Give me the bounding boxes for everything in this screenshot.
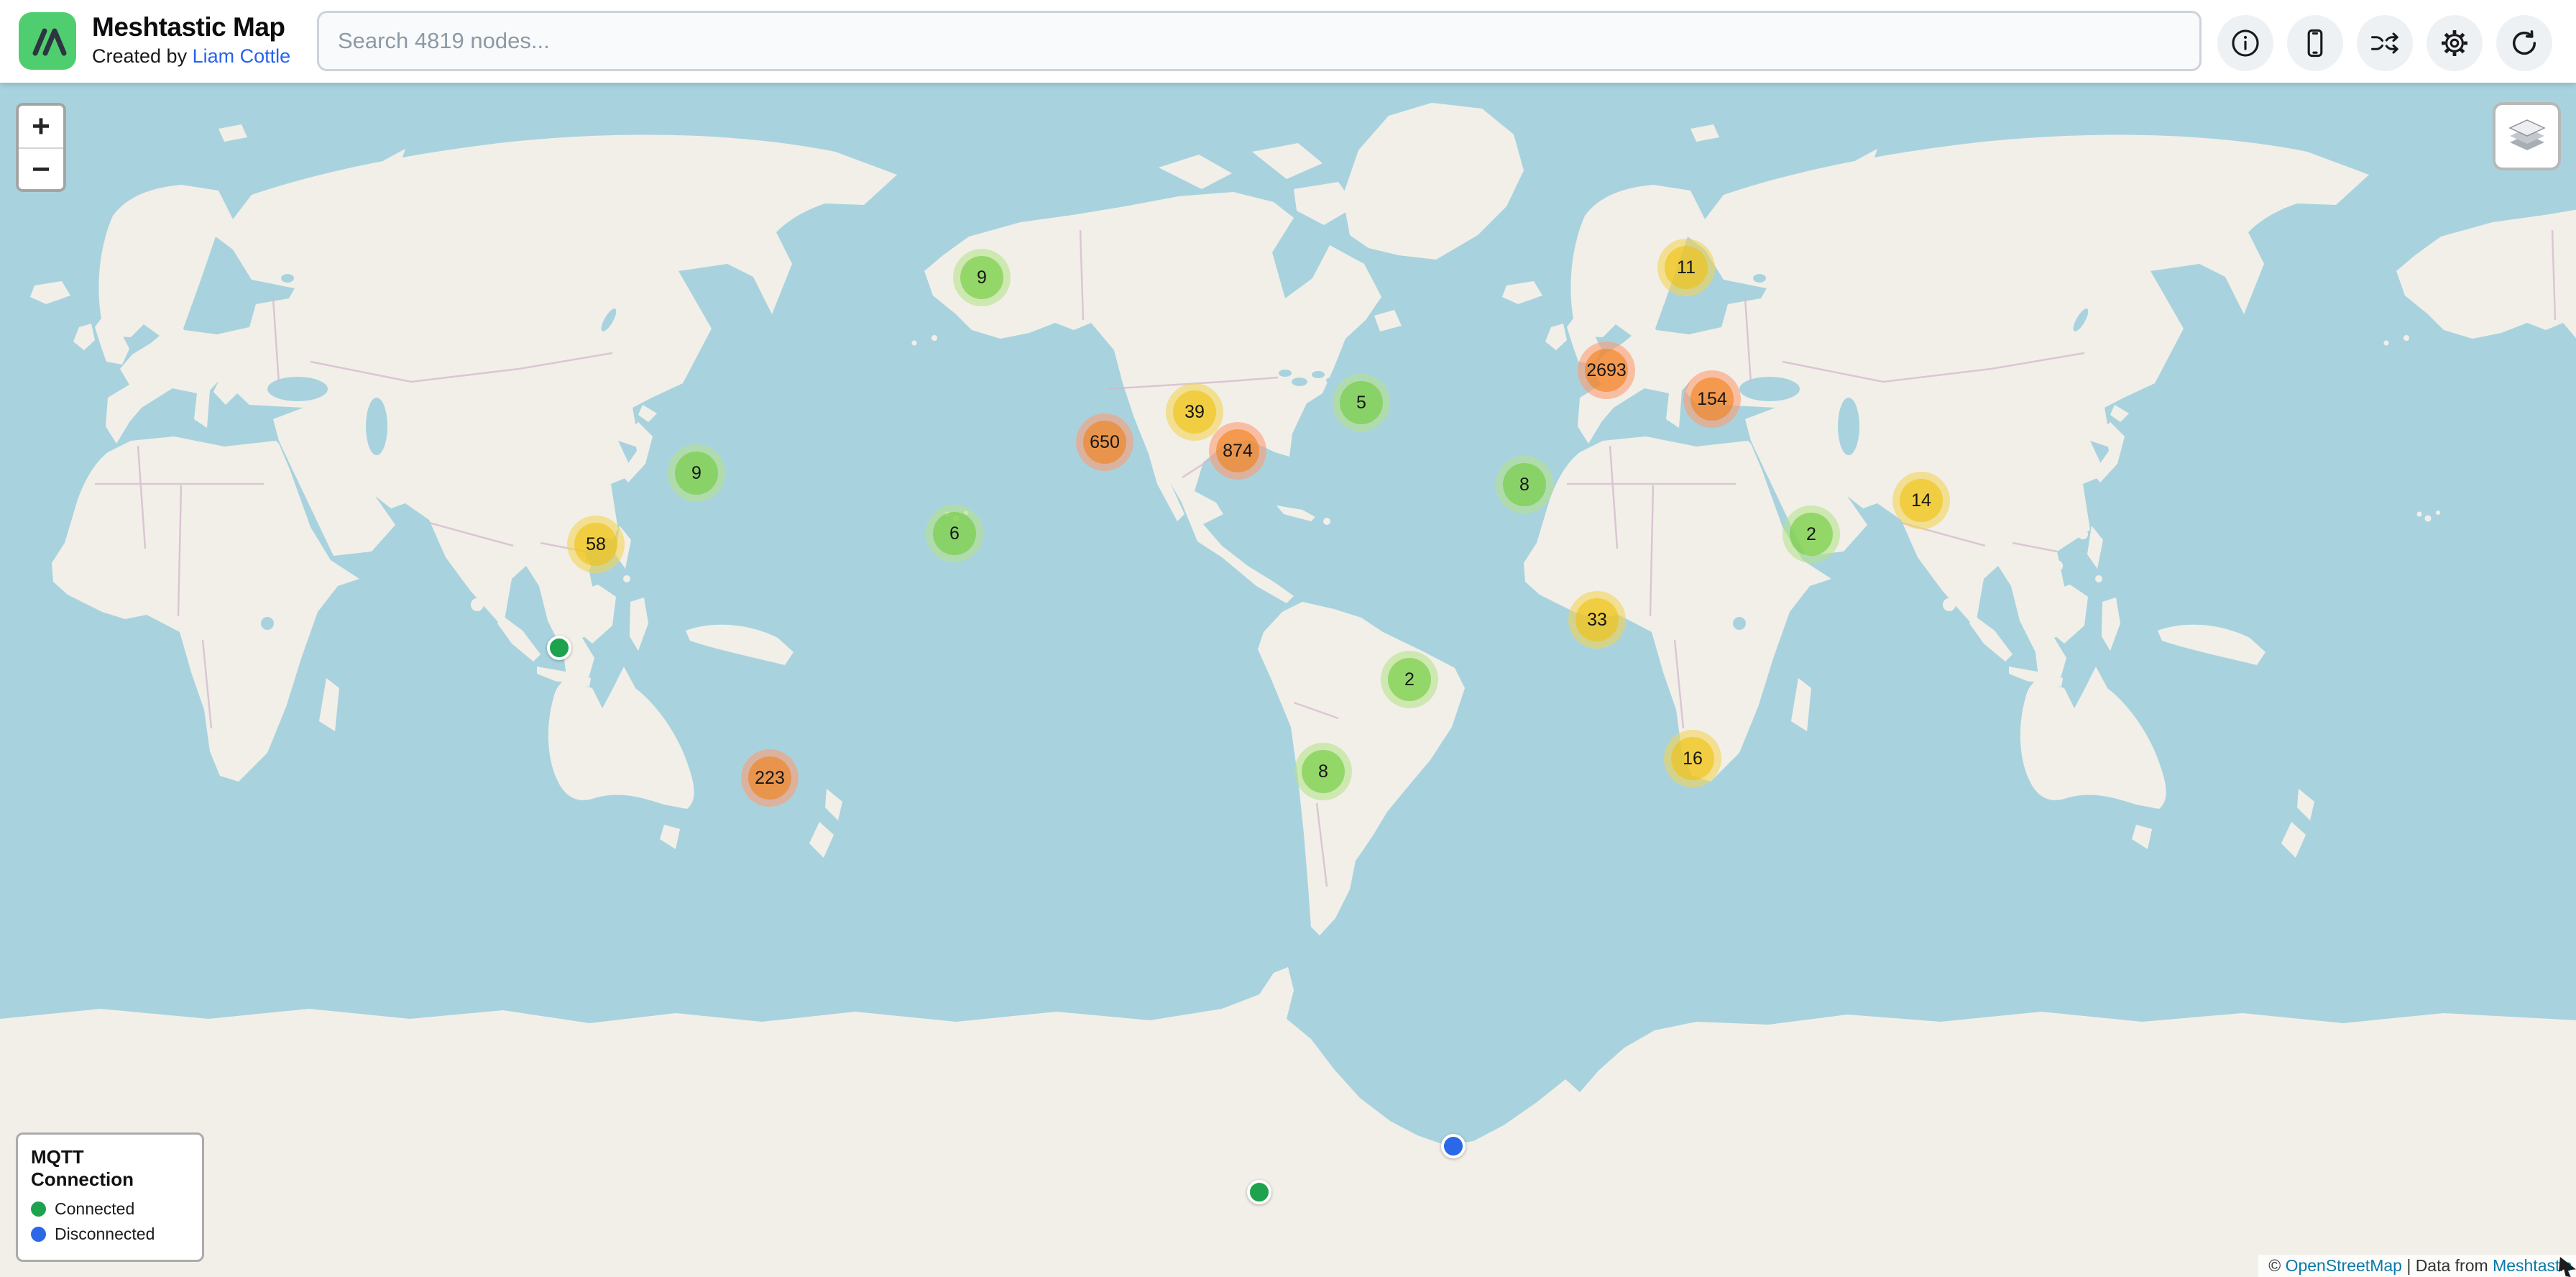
attribution-prefix: © — [2268, 1256, 2285, 1275]
refresh-icon — [2508, 27, 2540, 59]
legend-item-disconnected: Disconnected — [31, 1225, 189, 1244]
cluster-count: 223 — [748, 756, 791, 800]
node-marker-connected[interactable] — [1247, 1180, 1271, 1204]
cluster-marker[interactable]: 2 — [1381, 651, 1438, 708]
cluster-count: 2 — [1790, 513, 1833, 556]
attribution-middle: | Data from — [2402, 1256, 2493, 1275]
zoom-out-button[interactable]: − — [19, 147, 63, 189]
cluster-count: 11 — [1665, 246, 1708, 289]
cluster-marker[interactable]: 33 — [1568, 591, 1626, 649]
cluster-marker[interactable]: 58 — [567, 516, 625, 573]
byline: Created by Liam Cottle — [92, 43, 290, 69]
cluster-marker[interactable]: 874 — [1209, 422, 1266, 480]
disconnected-dot-icon — [31, 1227, 46, 1242]
legend-item-label: Connected — [55, 1199, 134, 1219]
info-button[interactable] — [2217, 15, 2273, 71]
cluster-marker[interactable]: 9 — [668, 444, 725, 502]
cluster-count: 5 — [1340, 381, 1383, 424]
openstreetmap-link[interactable]: OpenStreetMap — [2286, 1256, 2402, 1275]
cluster-marker[interactable]: 9 — [953, 249, 1011, 306]
random-node-button[interactable] — [2357, 15, 2413, 71]
legend-item-label: Disconnected — [55, 1225, 155, 1244]
cluster-marker[interactable]: 16 — [1664, 730, 1721, 787]
cluster-marker[interactable]: 14 — [1892, 472, 1950, 529]
attribution: © OpenStreetMap | Data from Meshtastic — [2258, 1255, 2576, 1277]
cluster-count: 39 — [1173, 390, 1216, 434]
marker-layer: 9 11 2693 154 39 5 650 874 9 8 14 2 58 6 33 2 8 16 223 — [0, 83, 2576, 1277]
header-bar: Meshtastic Map Created by Liam Cottle — [0, 0, 2576, 83]
cluster-count: 650 — [1083, 421, 1126, 464]
cluster-count: 9 — [960, 256, 1003, 299]
node-marker-connected[interactable] — [547, 636, 571, 660]
cluster-marker[interactable]: 8 — [1294, 743, 1352, 800]
shuffle-icon — [2369, 27, 2401, 59]
layers-control[interactable] — [2493, 102, 2561, 170]
cluster-marker[interactable]: 223 — [741, 749, 799, 807]
gear-icon — [2439, 27, 2470, 59]
cluster-count: 874 — [1216, 429, 1259, 472]
node-marker-disconnected[interactable] — [1441, 1134, 1466, 1158]
legend-item-connected: Connected — [31, 1199, 189, 1219]
cluster-marker[interactable]: 8 — [1496, 456, 1553, 513]
phone-icon — [2299, 27, 2331, 59]
title-block: Meshtastic Map Created by Liam Cottle — [92, 12, 290, 69]
cluster-count: 8 — [1503, 463, 1546, 506]
cluster-marker[interactable]: 154 — [1683, 370, 1741, 428]
cluster-count: 14 — [1900, 479, 1943, 522]
zoom-in-button[interactable]: + — [19, 106, 63, 147]
map-canvas[interactable]: 9 11 2693 154 39 5 650 874 9 8 14 2 58 6 33 2 8 16 223 + −… — [0, 83, 2576, 1277]
cluster-count: 8 — [1302, 750, 1345, 793]
refresh-button[interactable] — [2496, 15, 2552, 71]
byline-prefix: Created by — [92, 45, 187, 67]
cluster-count: 2 — [1388, 658, 1431, 701]
cluster-count: 33 — [1576, 598, 1619, 641]
settings-button[interactable] — [2426, 15, 2483, 71]
zoom-control: + − — [16, 103, 66, 192]
cluster-marker[interactable]: 2693 — [1578, 342, 1635, 399]
layers-icon — [2504, 117, 2550, 156]
author-link[interactable]: Liam Cottle — [193, 45, 291, 67]
cluster-count: 6 — [933, 512, 976, 555]
cluster-count: 58 — [574, 523, 617, 566]
meshtastic-logo-icon — [19, 12, 76, 70]
cluster-marker[interactable]: 2 — [1782, 505, 1840, 563]
mqtt-legend: MQTT Connection Connected Disconnected — [16, 1132, 204, 1262]
legend-title: MQTT Connection — [31, 1146, 189, 1191]
connected-dot-icon — [31, 1202, 46, 1217]
mobile-app-button[interactable] — [2287, 15, 2343, 71]
search-input[interactable] — [317, 11, 2202, 71]
cluster-marker[interactable]: 6 — [926, 505, 983, 562]
cluster-count: 16 — [1671, 737, 1714, 780]
cluster-marker[interactable]: 5 — [1333, 374, 1390, 431]
cluster-count: 154 — [1690, 377, 1734, 421]
page-title: Meshtastic Map — [92, 12, 290, 43]
cluster-count: 2693 — [1585, 349, 1628, 392]
cluster-marker[interactable]: 11 — [1657, 239, 1715, 296]
cluster-marker[interactable]: 650 — [1076, 413, 1133, 471]
cluster-count: 9 — [675, 452, 718, 495]
info-icon — [2230, 27, 2261, 59]
